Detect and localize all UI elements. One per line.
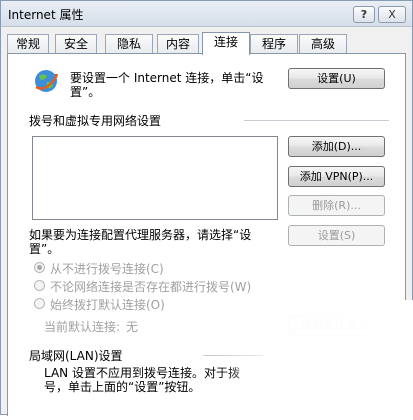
dialup-vpn-heading: 拨号和虚拟专用网络设置: [29, 114, 162, 128]
tab-security[interactable]: 安全: [55, 34, 97, 54]
window-title: Internet 属性: [8, 8, 84, 22]
set-default-button[interactable]: 设置默认值(E): [288, 315, 385, 336]
always-dial-default-radio[interactable]: [34, 298, 45, 309]
lan-heading: 局域网(LAN)设置: [29, 349, 123, 363]
always-dial-default-label: 始终拨打默认连接(O): [50, 298, 165, 312]
current-default-value: 无: [126, 320, 139, 334]
proxy-description-line2: 置”。: [29, 242, 60, 256]
tab-advanced[interactable]: 高级: [299, 34, 347, 54]
close-button[interactable]: X: [378, 6, 406, 23]
tab-connections[interactable]: 连接: [202, 32, 250, 55]
setup-button[interactable]: 设置(U): [288, 68, 385, 89]
tab-general[interactable]: 常规: [7, 34, 49, 54]
tab-content[interactable]: 内容: [157, 34, 199, 54]
never-dial-label: 从不进行拨号连接(C): [50, 262, 164, 276]
never-dial-radio[interactable]: [34, 262, 45, 273]
dialup-divider: [244, 120, 389, 121]
add-button[interactable]: 添加(D)...: [288, 136, 385, 157]
tab-programs[interactable]: 程序: [250, 34, 298, 54]
connections-list[interactable]: [32, 136, 278, 220]
help-button[interactable]: ?: [353, 6, 375, 23]
lan-description-line2: 号，单击上面的“设置”按钮。: [44, 380, 201, 394]
internet-properties-dialog: Internet 属性 ? X 常规 安全 隐私 内容 连接 程序 高级 要设置…: [0, 0, 413, 416]
dialup-settings-button[interactable]: 设置(S): [288, 225, 385, 246]
title-bar[interactable]: Internet 属性 ? X: [1, 1, 412, 27]
proxy-description-line1: 如果要为连接配置代理服务器，请选择“设: [29, 228, 252, 242]
globe-network-icon: [35, 70, 59, 92]
add-vpn-button[interactable]: 添加 VPN(P)...: [288, 166, 385, 187]
dial-when-no-network-label: 不论网络连接是否存在都进行拨号(W): [50, 280, 252, 294]
connections-panel: 要设置一个 Internet 连接，单击“设 置”。 设置(U) 拨号和虚拟专用…: [7, 53, 406, 416]
current-default-label: 当前默认连接:: [44, 320, 121, 334]
lan-divider: [203, 355, 263, 356]
remove-button[interactable]: 删除(R)...: [288, 195, 385, 216]
tab-bar: 常规 安全 隐私 内容 连接 程序 高级: [1, 32, 412, 55]
close-icon: X: [388, 8, 396, 21]
tab-privacy[interactable]: 隐私: [105, 34, 153, 54]
setup-description-line2: 置”。: [70, 85, 101, 99]
dial-when-no-network-radio[interactable]: [34, 280, 45, 291]
